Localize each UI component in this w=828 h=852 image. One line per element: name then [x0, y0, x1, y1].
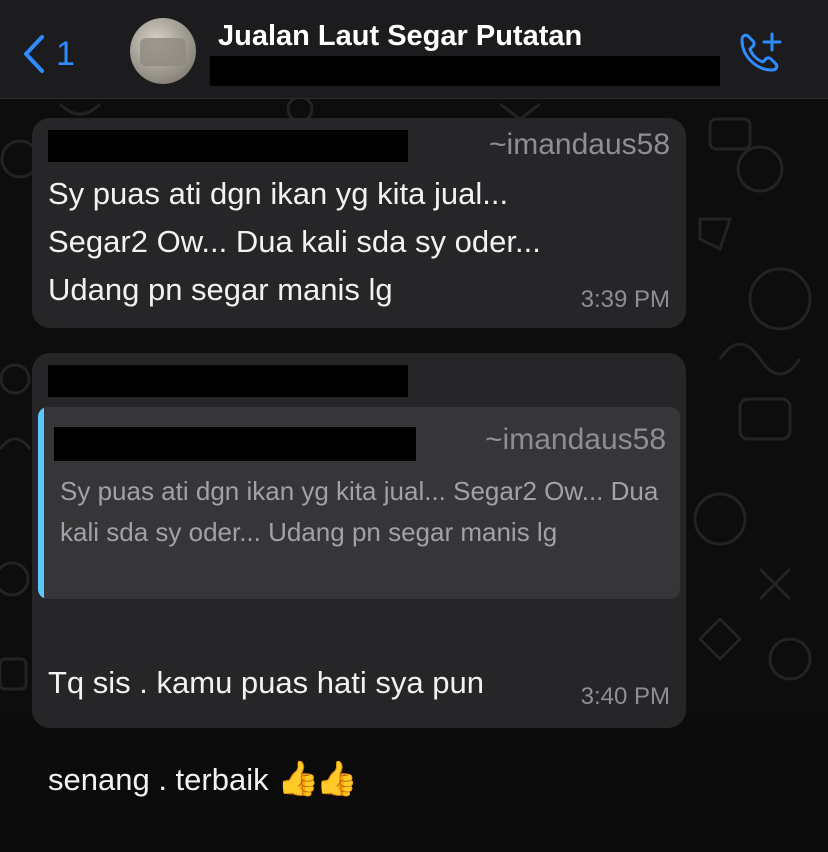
message-text: Tq sis . kamu puas hati sya pun senang .… — [48, 611, 484, 852]
message-timestamp: 3:40 PM — [580, 683, 670, 710]
redacted-quoted-sender — [54, 427, 416, 461]
redacted-subtitle — [210, 56, 720, 86]
sender-handle: ~imandaus58 — [489, 128, 670, 161]
message-line: senang . terbaik 👍👍 — [48, 755, 484, 804]
add-call-button[interactable] — [734, 30, 784, 76]
quoted-message[interactable]: ~imandaus58 Sy puas ati dgn ikan yg kita… — [38, 407, 680, 599]
message-bubble[interactable]: ~imandaus58 Sy puas ati dgn ikan yg kita… — [32, 118, 686, 328]
add-call-icon — [740, 32, 782, 72]
chat-title[interactable]: Jualan Laut Segar Putatan — [218, 20, 582, 53]
back-chevron-icon — [24, 35, 44, 73]
message-text: Sy puas ati dgn ikan yg kita jual... Seg… — [48, 176, 541, 307]
avatar-image — [140, 38, 186, 66]
quoted-text: Sy puas ati dgn ikan yg kita jual... Seg… — [60, 476, 659, 547]
unread-count: 1 — [56, 34, 75, 73]
redacted-sender-name — [48, 365, 408, 397]
message-bubble[interactable]: ~imandaus58 Sy puas ati dgn ikan yg kita… — [32, 353, 686, 799]
thumbs-up-emoji-icon: 👍👍 — [277, 759, 358, 799]
group-avatar[interactable] — [130, 18, 196, 84]
message-line: Tq sis . kamu puas hati sya pun — [48, 665, 484, 700]
redacted-sender-name — [48, 130, 408, 162]
back-button[interactable]: 1 — [22, 32, 75, 76]
quoted-sender-handle: ~imandaus58 — [485, 423, 666, 456]
message-line-text: senang . terbaik — [48, 762, 278, 797]
chat-header: 1 Jualan Laut Segar Putatan — [0, 0, 828, 99]
message-timestamp: 3:39 PM — [580, 286, 670, 313]
quote-accent-bar — [38, 407, 44, 599]
